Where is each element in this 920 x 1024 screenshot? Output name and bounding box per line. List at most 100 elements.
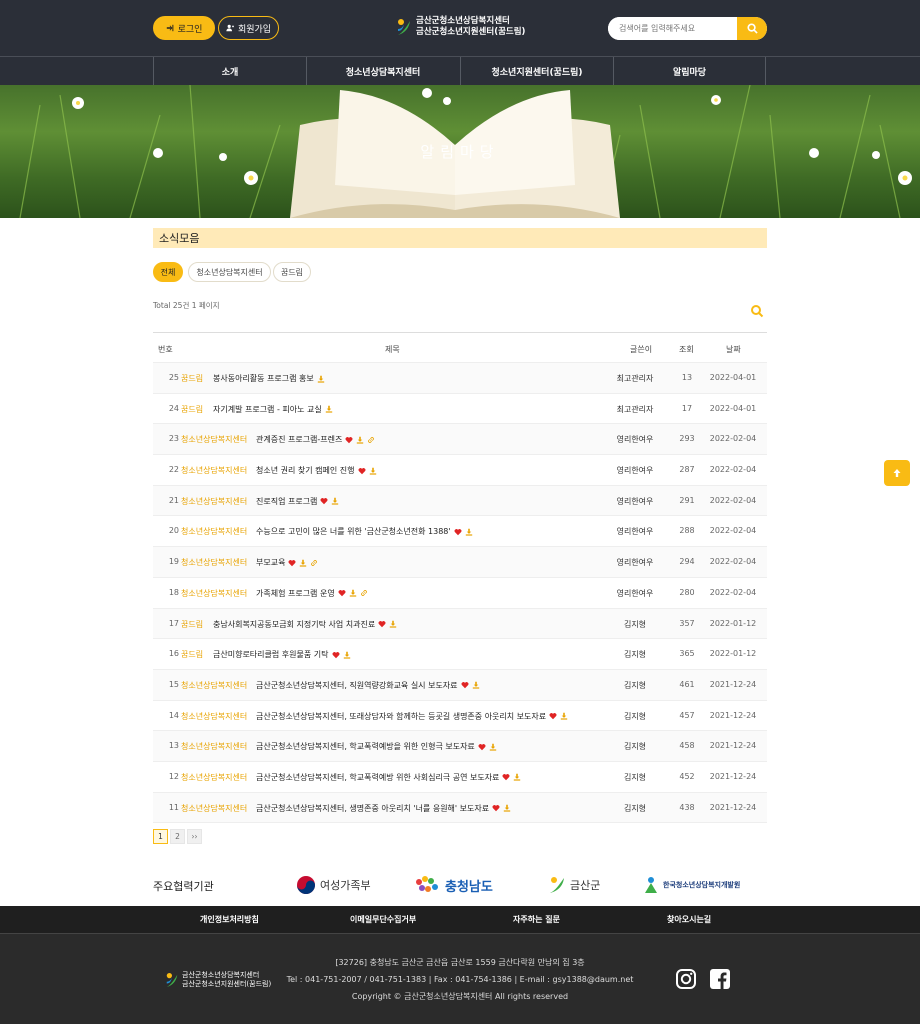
post-title: 금산미향로타리클럽 후원물품 기탁 bbox=[213, 650, 329, 660]
table-row[interactable]: 23 청소년상담복지센터 관계증진 프로그램-프렌즈 영리한여우 293 2022-02-… bbox=[153, 424, 767, 456]
partner-kyci[interactable]: 한국청소년상담복지개발원 bbox=[643, 873, 740, 897]
download-icon bbox=[357, 436, 364, 444]
total-count: Total 25건 1 페이지 bbox=[153, 301, 220, 310]
table-row[interactable]: 13 청소년상담복지센터 금산군청소년상담복지센터, 학교폭력예방을 위한 인형극 … bbox=[153, 731, 767, 762]
logo-line-1: 금산군청소년상담복지센터 bbox=[416, 16, 510, 26]
post-category-link[interactable]: 청소년상담복지센터 bbox=[181, 526, 247, 537]
search-button[interactable] bbox=[737, 17, 767, 40]
post-title-link[interactable]: 가족체험 프로그램 운영 bbox=[256, 588, 368, 599]
heart-icon bbox=[461, 682, 468, 689]
post-number: 19 bbox=[168, 557, 179, 567]
post-category-link[interactable]: 꿈드림 bbox=[181, 373, 203, 384]
post-title-link[interactable]: 금산군청소년상담복지센터, 직원역량강화교육 실시 보도자료 bbox=[256, 680, 480, 691]
post-title-link[interactable]: 금산군청소년상담복지센터, 학교폭력예방을 위한 인형극 보도자료 bbox=[256, 741, 497, 752]
search-input[interactable] bbox=[608, 17, 737, 40]
tab-counseling-center[interactable]: 청소년상담복지센터 bbox=[188, 262, 271, 282]
tab-dreamin[interactable]: 꿈드림 bbox=[273, 262, 311, 282]
table-row[interactable]: 12 청소년상담복지센터 금산군청소년상담복지센터, 학교폭력예방 위한 사회심리극… bbox=[153, 762, 767, 793]
post-category-link[interactable]: 청소년상담복지센터 bbox=[181, 434, 247, 445]
header-search bbox=[608, 17, 767, 40]
faq-link[interactable]: 자주하는 질문 bbox=[513, 914, 560, 925]
last-page-button[interactable]: ›› bbox=[187, 829, 202, 844]
post-title: 봉사동아리활동 프로그램 홍보 bbox=[213, 374, 314, 383]
post-title-link[interactable]: 금산군청소년상담복지센터, 생명존중 아웃리치 '너를 응원해' 보도자료 bbox=[256, 803, 511, 814]
table-row[interactable]: 17 꿈드림 충남사회복지공동모금회 지정기탁 사업 치과진료 김지형 357 2022-… bbox=[153, 608, 767, 640]
post-category-link[interactable]: 청소년상담복지센터 bbox=[181, 772, 247, 783]
heart-icon bbox=[502, 774, 510, 781]
scroll-top-button[interactable] bbox=[884, 460, 910, 486]
post-title: 충남사회복지공동모금회 지정기탁 사업 치과진료 bbox=[213, 619, 376, 629]
table-row[interactable]: 21 청소년상담복지센터 진로직업 프로그램 영리한여우 291 2022-02-04 bbox=[153, 485, 767, 517]
table-row[interactable]: 20 청소년상담복지센터 수능으로 고민이 많은 너를 위한 '금산군청소년전화 1… bbox=[153, 516, 767, 548]
post-title-link[interactable]: 금산미향로타리클럽 후원물품 기탁 bbox=[213, 649, 351, 660]
table-row[interactable]: 24 꿈드림 자기계발 프로그램 - 피아노 교실 최고관리자 17 2022-04-01 bbox=[153, 394, 767, 425]
tab-all[interactable]: 전체 bbox=[153, 262, 183, 282]
partner-mogef[interactable]: 여성가족부 bbox=[296, 873, 371, 897]
join-button[interactable]: 회원가입 bbox=[218, 16, 279, 40]
post-title-link[interactable]: 금산군청소년상담복지센터, 또래상담자와 함께하는 등굣길 생명존중 아웃리치 … bbox=[256, 711, 568, 722]
nav-item-counseling-center[interactable]: 청소년상담복지센터 bbox=[306, 57, 459, 85]
post-category-link[interactable]: 청소년상담복지센터 bbox=[181, 803, 247, 814]
page-2-button[interactable]: 2 bbox=[170, 829, 185, 844]
table-row[interactable]: 25 꿈드림 봉사동아리활동 프로그램 홍보 최고관리자 13 2022-04-01 bbox=[153, 363, 767, 394]
partners-label: 주요협력기관 bbox=[153, 880, 214, 893]
nav-item-intro[interactable]: 소개 bbox=[153, 57, 306, 85]
instagram-icon[interactable] bbox=[675, 968, 697, 990]
post-title-link[interactable]: 부모교육 bbox=[256, 557, 318, 568]
post-title-link[interactable]: 자기계발 프로그램 - 피아노 교실 bbox=[213, 404, 333, 415]
post-title-link[interactable]: 수능으로 고민이 많은 너를 위한 '금산군청소년전화 1388' bbox=[256, 526, 473, 537]
email-refusal-link[interactable]: 이메일무단수집거부 bbox=[350, 914, 416, 925]
post-title-link[interactable]: 청소년 권리 찾기 캠페인 진행 bbox=[256, 465, 377, 476]
column-header-date: 날짜 bbox=[726, 345, 741, 354]
partner-geumsan[interactable]: 금산군 bbox=[548, 873, 600, 897]
post-number: 11 bbox=[168, 802, 179, 812]
post-date: 2021-12-24 bbox=[709, 710, 757, 720]
post-views: 457 bbox=[679, 710, 695, 720]
sign-in-icon bbox=[166, 24, 173, 32]
post-number: 25 bbox=[168, 373, 179, 382]
post-category-link[interactable]: 꿈드림 bbox=[181, 649, 203, 660]
table-row[interactable]: 11 청소년상담복지센터 금산군청소년상담복지센터, 생명존중 아웃리치 '너를 응… bbox=[153, 792, 767, 824]
site-header: 로그인 회원가입 금산군청소년상담복지센터 금산군청소년지원센터(꿈드림) bbox=[0, 0, 920, 56]
post-category-link[interactable]: 청소년상담복지센터 bbox=[181, 588, 247, 599]
post-number: 15 bbox=[168, 679, 179, 689]
post-category-link[interactable]: 청소년상담복지센터 bbox=[181, 741, 247, 752]
partner-chungnam[interactable]: 충청남도 bbox=[413, 873, 493, 897]
board-search-icon[interactable] bbox=[750, 304, 764, 318]
nav-item-notice[interactable]: 알림마당 bbox=[613, 57, 766, 85]
login-button[interactable]: 로그인 bbox=[153, 16, 215, 40]
page-1-button[interactable]: 1 bbox=[153, 829, 168, 844]
post-author: 최고관리자 bbox=[616, 404, 654, 414]
post-title-link[interactable]: 금산군청소년상담복지센터, 학교폭력예방 위한 사회심리극 공연 보도자료 bbox=[256, 772, 521, 783]
table-row[interactable]: 22 청소년상담복지센터 청소년 권리 찾기 캠페인 진행 영리한여우 287 2022-… bbox=[153, 455, 767, 486]
table-row[interactable]: 15 청소년상담복지센터 금산군청소년상담복지센터, 직원역량강화교육 실시 보도자… bbox=[153, 669, 767, 701]
post-category-link[interactable]: 꿈드림 bbox=[181, 404, 203, 415]
post-category-link[interactable]: 꿈드림 bbox=[181, 619, 203, 630]
post-title-link[interactable]: 진로직업 프로그램 bbox=[256, 496, 339, 507]
post-title-link[interactable]: 충남사회복지공동모금회 지정기탁 사업 치과진료 bbox=[213, 619, 397, 630]
post-title-link[interactable]: 관계증진 프로그램-프렌즈 bbox=[256, 434, 375, 445]
banner-title: 알림마당 bbox=[420, 143, 500, 161]
nav-item-dreamin[interactable]: 청소년지원센터(꿈드림) bbox=[460, 57, 613, 85]
table-row[interactable]: 14 청소년상담복지센터 금산군청소년상담복지센터, 또래상담자와 함께하는 등굣길… bbox=[153, 701, 767, 732]
post-title: 진로직업 프로그램 bbox=[256, 496, 318, 506]
table-row[interactable]: 19 청소년상담복지센터 부모교육 영리한여우 294 2022-02-04 bbox=[153, 547, 767, 578]
site-logo[interactable]: 금산군청소년상담복지센터 금산군청소년지원센터(꿈드림) bbox=[396, 16, 525, 38]
table-row[interactable]: 16 꿈드림 금산미향로타리클럽 후원물품 기탁 김지형 365 2022-01-12 bbox=[153, 639, 767, 670]
post-category-link[interactable]: 청소년상담복지센터 bbox=[181, 680, 247, 691]
post-category-link[interactable]: 청소년상담복지센터 bbox=[181, 711, 247, 722]
post-category-link[interactable]: 청소년상담복지센터 bbox=[181, 496, 247, 507]
post-title-link[interactable]: 봉사동아리활동 프로그램 홍보 bbox=[213, 373, 325, 384]
post-author: 김지형 bbox=[623, 619, 647, 629]
post-author: 영리한여우 bbox=[616, 496, 654, 506]
footer-logo: 금산군청소년상담복지센터 금산군청소년지원센터(꿈드림) bbox=[165, 971, 271, 989]
post-category-link[interactable]: 청소년상담복지센터 bbox=[181, 465, 247, 476]
post-author: 영리한여우 bbox=[616, 527, 654, 537]
site-footer: 금산군청소년상담복지센터 금산군청소년지원센터(꿈드림) [32726] 충청남… bbox=[0, 933, 920, 1024]
post-date: 2021-12-24 bbox=[709, 741, 757, 751]
post-category-link[interactable]: 청소년상담복지센터 bbox=[181, 557, 247, 568]
directions-link[interactable]: 찾아오시는길 bbox=[667, 914, 711, 925]
table-row[interactable]: 18 청소년상담복지센터 가족체험 프로그램 운영 영리한여우 280 2022-02-0… bbox=[153, 578, 767, 609]
privacy-policy-link[interactable]: 개인정보처리방침 bbox=[200, 914, 259, 925]
facebook-icon[interactable] bbox=[709, 968, 731, 990]
